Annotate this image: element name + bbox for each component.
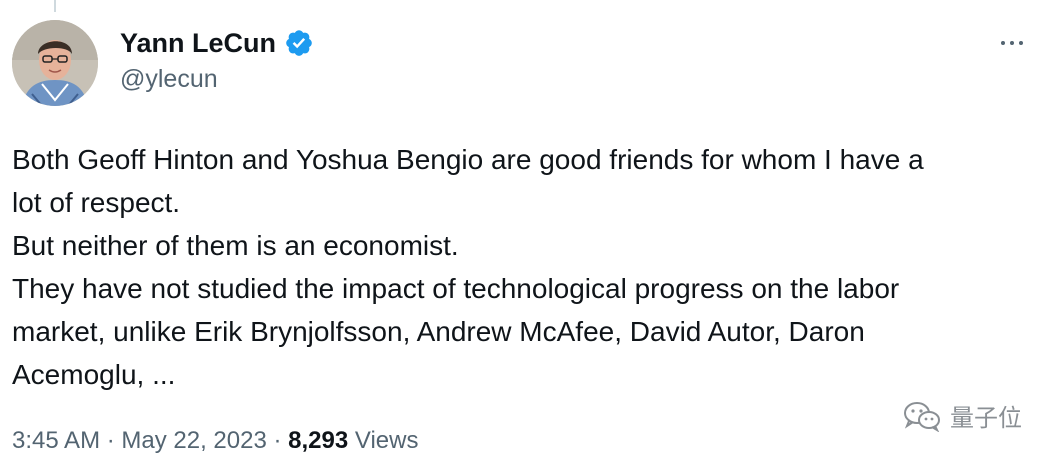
meta-separator: · (266, 427, 289, 454)
user-handle[interactable]: @ylecun (120, 64, 314, 94)
thread-connector-line (54, 0, 56, 12)
tweet-text-line: Acemoglu, ... (12, 359, 176, 390)
tweet-text-line: market, unlike Erik Brynjolfsson, Andrew… (12, 316, 865, 347)
tweet-text: Both Geoff Hinton and Yoshua Bengio are … (12, 138, 1042, 396)
views-label: Views (348, 427, 419, 454)
tweet-header: Yann LeCun @ylecun (120, 26, 314, 94)
watermark-text: 量子位 (950, 404, 1022, 432)
tweet-card: Yann LeCun @ylecun Both Geoff Hinton and… (0, 0, 1052, 464)
avatar[interactable] (12, 20, 98, 106)
tweet-text-line: They have not studied the impact of tech… (12, 273, 900, 304)
tweet-text-line: Both Geoff Hinton and Yoshua Bengio are … (12, 144, 924, 175)
tweet-meta: 3:45 AM · May 22, 2023 · 8,293 Views (12, 424, 418, 458)
wechat-icon (902, 400, 942, 432)
tweet-time[interactable]: 3:45 AM (12, 427, 100, 454)
views-count: 8,293 (288, 427, 349, 454)
more-options-icon[interactable] (996, 30, 1028, 56)
meta-separator: · (100, 427, 122, 454)
verified-badge-icon (284, 28, 314, 58)
display-name[interactable]: Yann LeCun (120, 26, 276, 60)
watermark: 量子位 (902, 398, 1022, 433)
tweet-text-line: lot of respect. (12, 187, 181, 218)
tweet-text-line: But neither of them is an economist. (12, 230, 459, 261)
name-row: Yann LeCun (120, 26, 314, 60)
tweet-date[interactable]: May 22, 2023 (121, 427, 266, 454)
